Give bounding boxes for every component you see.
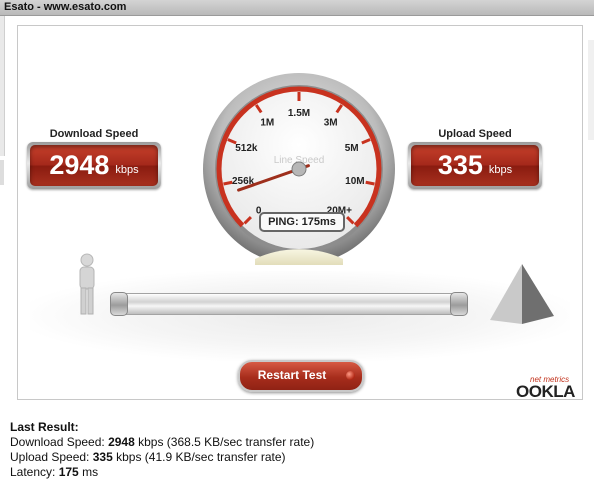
result-download-label: Download Speed: xyxy=(10,435,109,449)
upload-speed-unit: kbps xyxy=(488,163,513,176)
gauge-tick-mark xyxy=(223,180,233,186)
result-upload-line: Upload Speed: 335 kbps (41.9 KB/sec tran… xyxy=(10,450,314,465)
restart-test-label: Restart Test xyxy=(257,368,327,382)
ookla-logo: OOKLA xyxy=(516,382,575,400)
left-frame-edge-lower xyxy=(0,160,4,185)
download-speed-value: 2948 xyxy=(49,150,110,180)
ping-readout: PING: 175ms xyxy=(259,212,345,232)
gauge-tick-label: 1M xyxy=(260,118,274,129)
last-result-summary: Last Result: Download Speed: 2948 kbps (… xyxy=(10,420,314,480)
result-upload-label: Upload Speed: xyxy=(10,450,93,464)
upload-speed-display: 335 kbps xyxy=(408,142,542,189)
restart-indicator-icon xyxy=(346,371,355,380)
gauge-tick-label: 3M xyxy=(324,118,338,129)
download-speed-screen: 2948 kbps xyxy=(30,145,158,186)
window-titlebar: Esato - www.esato.com xyxy=(0,0,594,16)
gauge-tick-label: 512k xyxy=(235,143,258,154)
result-latency-label: Latency: xyxy=(10,465,59,479)
upload-speed-value: 335 xyxy=(437,150,483,180)
speedtest-panel: Download Speed 2948 kbps Upload Speed 33… xyxy=(17,25,583,400)
restart-test-button[interactable]: Restart Test xyxy=(238,360,364,392)
tube-cap-left xyxy=(110,292,128,316)
result-download-line: Download Speed: 2948 kbps (368.5 KB/sec … xyxy=(10,435,314,450)
download-speed-label: Download Speed xyxy=(49,128,139,140)
gauge-tick-mark xyxy=(365,180,375,186)
left-frame-edge xyxy=(0,16,5,156)
gauge-tick-label: 5M xyxy=(345,143,359,154)
result-latency-line: Latency: 175 ms xyxy=(10,465,314,480)
server-pyramid-icon xyxy=(490,264,554,324)
download-speed-unit: kbps xyxy=(115,163,139,176)
results-heading: Last Result: xyxy=(10,420,79,434)
result-upload-rate: kbps (41.9 KB/sec transfer rate) xyxy=(112,450,286,464)
tube-cap-right xyxy=(450,292,468,316)
upload-speed-label: Upload Speed xyxy=(438,128,512,140)
result-download-rate: kbps (368.5 KB/sec transfer rate) xyxy=(134,435,315,449)
gauge-hub xyxy=(291,161,307,177)
result-upload-value: 335 xyxy=(92,450,113,464)
download-speed-display: 2948 kbps xyxy=(27,142,161,189)
result-download-value: 2948 xyxy=(108,435,135,449)
result-latency-value: 175 xyxy=(58,465,79,479)
transfer-tube xyxy=(113,293,465,315)
person-figure-icon xyxy=(79,253,95,315)
line-speed-gauge: 0256k512k1M1.5M3M5M10M20M+ Line Speed xyxy=(203,73,395,265)
gauge-tick-label: 10M xyxy=(345,176,364,187)
gauge-tick-label: 1.5M xyxy=(288,108,310,119)
window-title: Esato - www.esato.com xyxy=(4,1,127,13)
upload-speed-screen: 335 kbps xyxy=(411,145,539,186)
result-latency-unit: ms xyxy=(78,465,99,479)
right-frame-edge xyxy=(588,40,594,140)
